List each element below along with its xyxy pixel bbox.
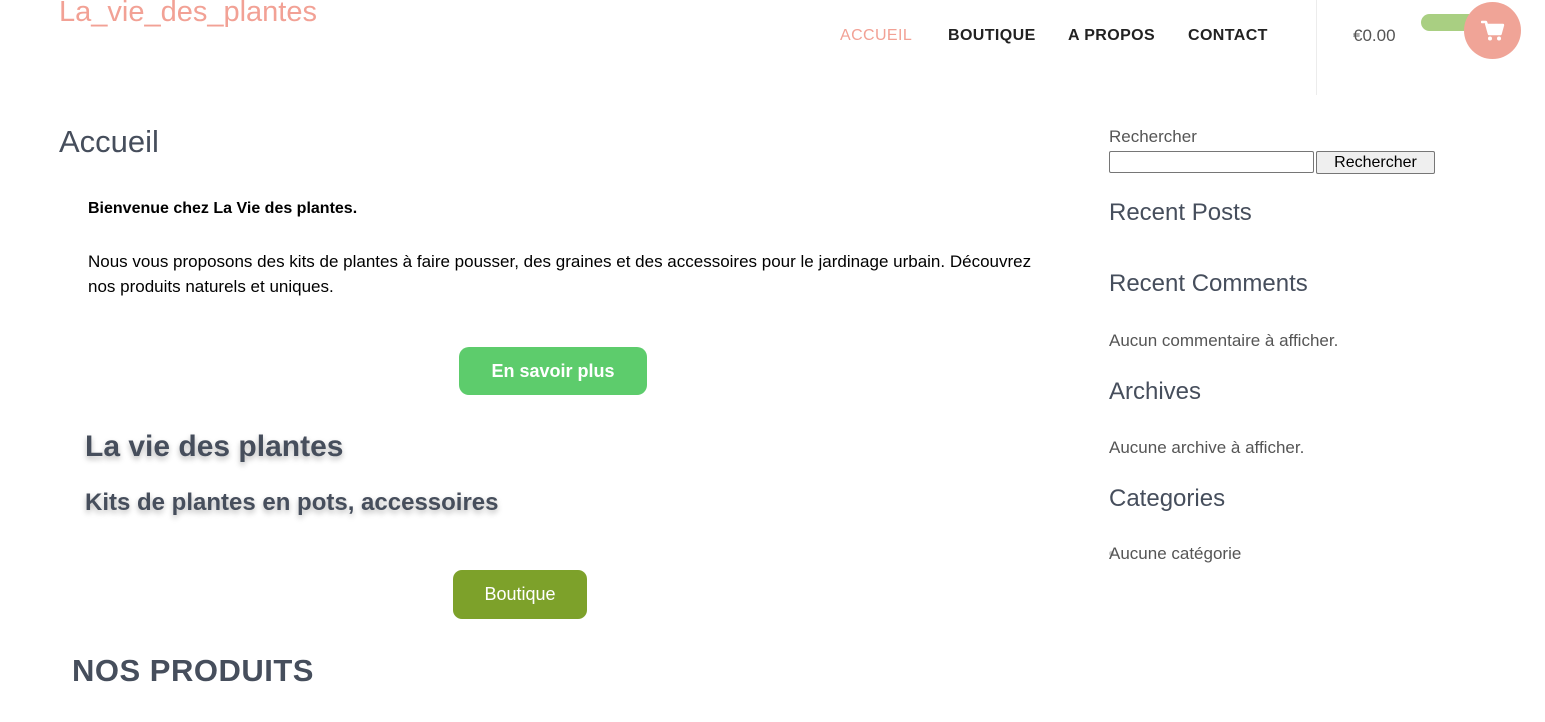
archives-title: Archives	[1109, 378, 1202, 405]
shopping-cart-icon	[1480, 20, 1504, 40]
site-title-link[interactable]: La_vie_des_plantes	[59, 0, 317, 29]
welcome-text: Bienvenue chez La Vie des plantes.	[88, 200, 358, 217]
header-divider	[1316, 0, 1317, 95]
heading-la-vie-des-plantes: La vie des plantes	[85, 430, 344, 463]
nav-item-accueil[interactable]: ACCUEIL	[840, 27, 912, 45]
search-button[interactable]: Rechercher	[1316, 151, 1435, 174]
learn-more-button[interactable]: En savoir plus	[459, 347, 647, 395]
search-label: Rechercher	[1109, 127, 1197, 146]
shop-button[interactable]: Boutique	[453, 570, 587, 619]
nav-item-boutique[interactable]: BOUTIQUE	[948, 27, 1036, 45]
recent-comments-empty: Aucun commentaire à afficher.	[1109, 331, 1339, 350]
nav-item-contact[interactable]: CONTACT	[1188, 27, 1268, 45]
recent-comments-title: Recent Comments	[1109, 270, 1308, 297]
recent-posts-title: Recent Posts	[1109, 199, 1252, 226]
cart-total[interactable]: €0.00	[1353, 26, 1396, 46]
archives-empty: Aucune archive à afficher.	[1109, 438, 1305, 457]
cart-button[interactable]	[1464, 2, 1521, 59]
intro-text: Nous vous proposons des kits de plantes …	[88, 252, 1032, 296]
heading-nos-produits: NOS PRODUITS	[72, 653, 314, 688]
page-title: Accueil	[59, 124, 159, 159]
categories-title: Categories	[1109, 485, 1226, 512]
search-input[interactable]	[1109, 151, 1314, 173]
heading-kits: Kits de plantes en pots, accessoires	[85, 489, 499, 516]
categories-empty: Aucune catégorie	[1109, 544, 1242, 563]
nav-item-a-propos[interactable]: A PROPOS	[1068, 27, 1155, 45]
